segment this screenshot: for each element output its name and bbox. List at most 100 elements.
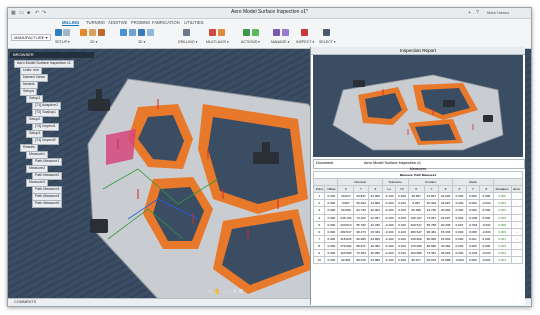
multi-axis-button[interactable]: MULTI-AXIS ▾ <box>206 28 236 47</box>
table-cell: 23.994 <box>437 234 454 243</box>
table-cell: 6 <box>312 227 326 236</box>
3d-button[interactable]: 3D ▾ <box>118 28 168 47</box>
tool-library-icon <box>282 29 289 36</box>
table-cell: 0.000 <box>324 206 339 215</box>
table-cell: 23.837 <box>353 192 369 201</box>
table-cell: 36.092 <box>437 249 454 258</box>
2d-contour-icon <box>89 29 96 36</box>
table-cell: 20.004 <box>437 206 454 215</box>
document-value: Aero Model Surface Inspection v1 <box>364 161 421 165</box>
table-cell: - <box>510 249 524 258</box>
user-name[interactable]: Mark Hawes <box>487 10 509 16</box>
table-cell: 0.000 <box>479 192 494 201</box>
table-row[interactable]: 1 0.000 28.837 23.837 32.000 -0.100 0.100 28.83… <box>312 192 524 201</box>
column-header: Point <box>312 185 326 194</box>
table-cell: -0.100 <box>381 234 397 243</box>
table-cell: -0.001 <box>479 256 494 265</box>
table-cell: 0.100 <box>395 199 409 208</box>
table-cell: 0.100 <box>395 220 409 229</box>
table-cell: 9.987 <box>337 199 355 208</box>
comments-label[interactable]: COMMENTS <box>14 300 36 304</box>
table-cell: -0.100 <box>381 206 397 215</box>
column-header: Offset <box>324 185 339 194</box>
grid-icon[interactable]: ▦ <box>239 289 245 295</box>
table-cell: - <box>510 227 524 236</box>
table-cell: 92.977 <box>407 256 425 265</box>
table-cell: -0.003 <box>479 227 494 236</box>
group-delta: Delta <box>452 178 494 187</box>
2d-pocket-icon <box>98 29 105 36</box>
table-row[interactable]: 5 0.000 220.510 55.762 40.339 -0.100 0.100 220.… <box>312 220 524 229</box>
table-cell: 0.100 <box>395 192 409 201</box>
browser-panel: BROWSER Aero Model Surface Inspection v1… <box>10 52 94 208</box>
table-cell: 0.000 <box>452 199 467 208</box>
actions-button[interactable]: ACTIONS ▾ <box>240 28 270 47</box>
table-cell: 0.100 <box>395 256 409 265</box>
report-snapshot-image <box>313 55 523 157</box>
manage-button[interactable]: MANAGE ▾ <box>270 28 296 47</box>
column-header: Deviation <box>492 185 512 194</box>
table-cell: 0.001 <box>465 234 481 243</box>
table-cell: 0.000 <box>452 206 467 215</box>
table-cell: 40.339 <box>367 220 383 229</box>
simulate-icon <box>252 29 259 36</box>
3d-scallop-icon <box>138 29 145 36</box>
browser-title: BROWSER <box>10 52 94 58</box>
tab-turning[interactable]: TURNING <box>86 20 105 25</box>
table-cell: 0.000 <box>465 192 481 201</box>
table-row[interactable]: 3 0.000 60.998 94.730 20.004 -0.100 0.100 60.99… <box>312 206 524 215</box>
measurement-table: Measure: Path Measure1 Nominal Tolerance… <box>312 170 524 265</box>
table-cell: 0.100 <box>395 249 409 258</box>
add-tab-icon[interactable]: + <box>468 10 471 16</box>
2d-button[interactable]: 2D ▾ <box>78 28 112 47</box>
window-title: Aero Model Surface Inspection v1* <box>231 9 308 15</box>
table-cell: 10 <box>312 256 326 265</box>
table-cell: 160.686 <box>407 249 425 258</box>
table-row[interactable]: 2 0.000 9.987 50.394 44.689 -0.100 0.100 9.987 5… <box>312 199 524 208</box>
table-row[interactable]: 10 0.000 92.981 96.976 23.989 -0.100 0.100 92.9… <box>312 256 524 265</box>
table-cell: 15.339 <box>367 227 383 236</box>
table-cell: - <box>510 192 524 201</box>
table-cell: -0.100 <box>381 192 397 201</box>
tab-utilities[interactable]: UTILITIES <box>184 20 204 25</box>
drilling-button[interactable]: DRILLING ▾ <box>178 28 204 47</box>
workspace-selector[interactable]: MANUFACTURE ▾ <box>11 34 51 41</box>
table-cell: 0.008 <box>465 227 481 236</box>
tab-probing[interactable]: PROBING <box>131 20 150 25</box>
table-cell: - <box>510 213 524 222</box>
table-cell: 220.510 <box>337 220 355 229</box>
inspect-button[interactable]: INSPECT ▾ <box>296 28 316 47</box>
table-row[interactable]: 6 0.000 280.547 98.473 15.339 -0.100 0.100 280.… <box>312 227 524 236</box>
table-cell: 0.100 <box>395 206 409 215</box>
table-cell: 2 <box>312 199 326 208</box>
group-contact: Contact <box>407 178 454 187</box>
browser-node-path-measure5[interactable]: Path Measure5 <box>32 200 63 208</box>
column-header: Z <box>367 185 383 194</box>
table-cell: 5 <box>312 220 326 229</box>
table-row[interactable]: 9 0.000 160.686 73.384 36.095 -0.100 0.100 160.… <box>312 249 524 258</box>
table-cell: -0.002 <box>479 199 494 208</box>
select-button[interactable]: SELECT ▾ <box>318 28 338 47</box>
table-cell: 60.998 <box>337 206 355 215</box>
table-row[interactable]: 7 0.000 318.826 90.905 23.995 -0.100 0.100 318.… <box>312 234 524 243</box>
table-cell: 55.758 <box>423 220 439 229</box>
table-row[interactable]: 4 0.000 246.105 73.102 22.097 -0.100 0.100 246.… <box>312 213 524 222</box>
table-row[interactable]: 8 0.000 270.694 88.671 40.382 -0.100 0.100 270.… <box>312 241 524 251</box>
table-cell: -0.004 <box>465 220 481 229</box>
table-cell: 96.976 <box>423 256 439 265</box>
table-cell: 0.009 <box>492 241 512 251</box>
tab-fabrication[interactable]: FABRICATION <box>152 20 180 25</box>
table-cell: 23.989 <box>367 256 383 265</box>
tab-additive[interactable]: ADDITIVE <box>108 20 127 25</box>
column-header: X <box>337 185 355 194</box>
help-icon[interactable]: ? <box>476 10 479 16</box>
table-cell: 73.384 <box>353 249 369 258</box>
table-cell: 280.547 <box>407 227 425 236</box>
table-cell: 98.473 <box>353 227 369 236</box>
table-cell: 318.826 <box>407 234 425 243</box>
table-cell: 0.005 <box>492 213 512 222</box>
setup-button[interactable]: SETUP ▾ <box>53 28 75 47</box>
table-cell: 94.730 <box>423 206 439 215</box>
table-cell: 90.905 <box>423 234 439 243</box>
column-header-row: Point Offset X Y Z Lo Hi X Y Z X Y Z Deviation Error <box>312 185 524 194</box>
